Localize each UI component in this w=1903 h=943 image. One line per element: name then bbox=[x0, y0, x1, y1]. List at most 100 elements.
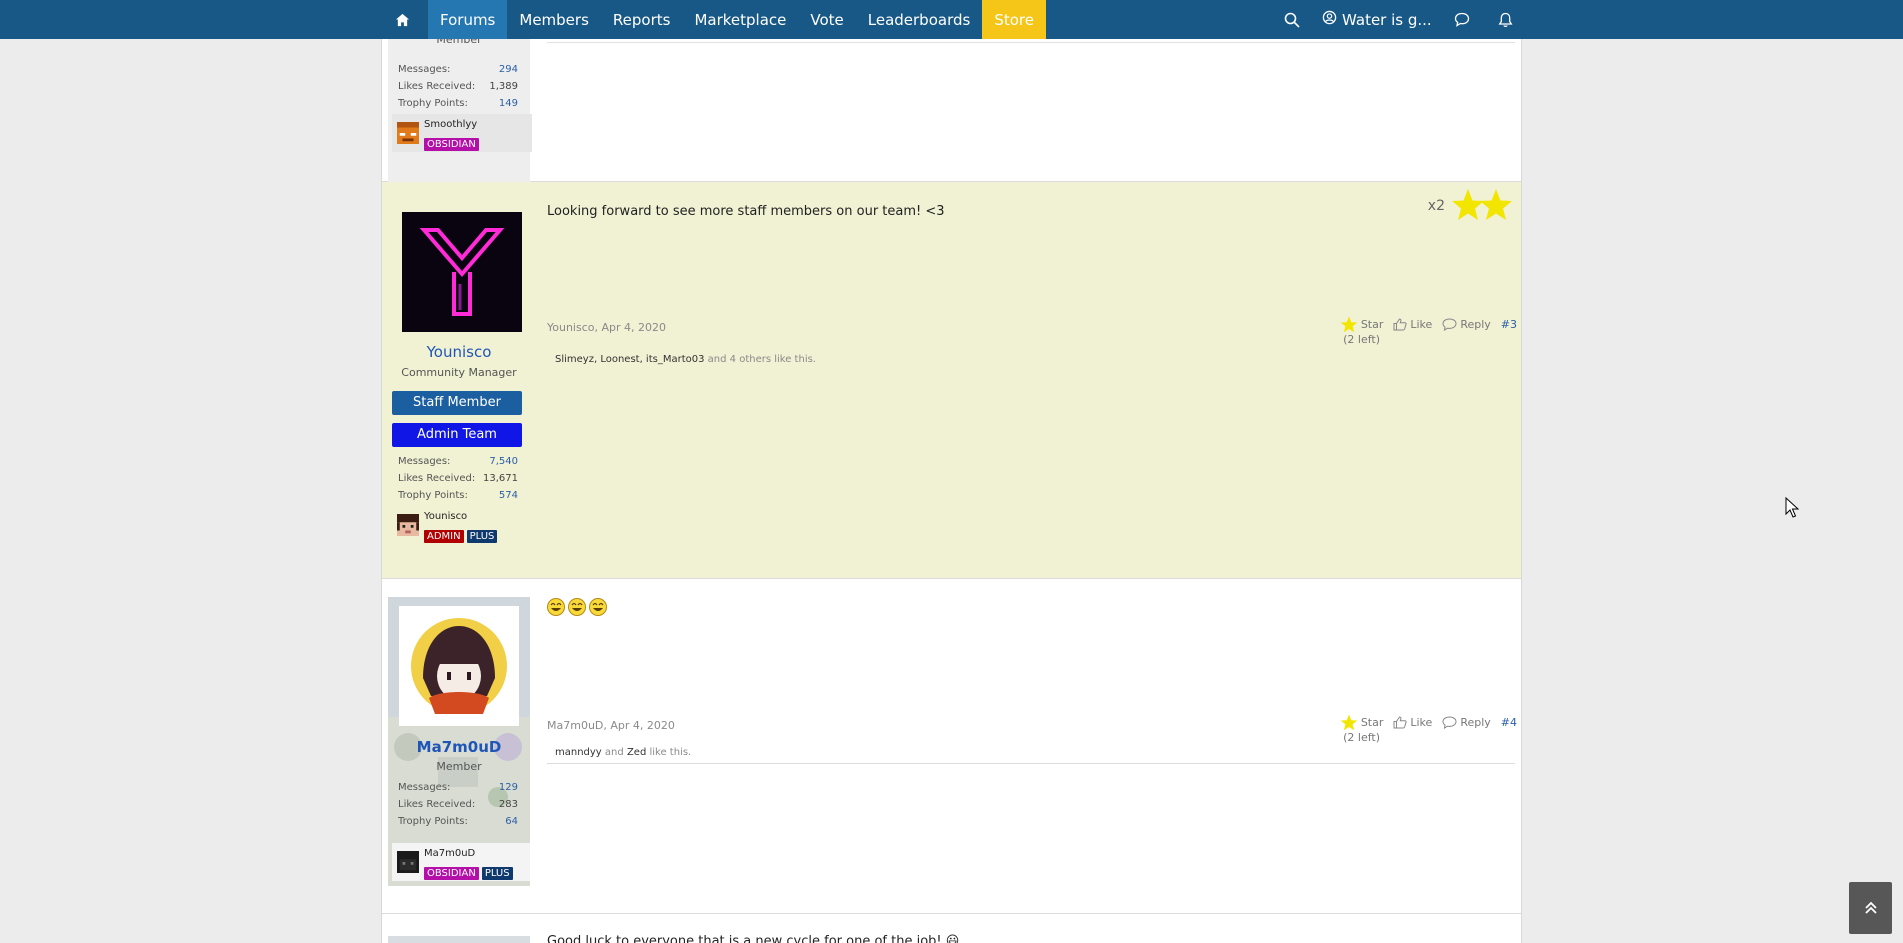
nav-right-tools: Water is g... bbox=[1270, 0, 1528, 39]
rank-tags: OBSIDIAN bbox=[424, 132, 482, 151]
star-button[interactable]: Star (2 left) bbox=[1340, 316, 1383, 346]
tab-reports[interactable]: Reports bbox=[601, 0, 683, 39]
post-author-link[interactable]: Younisco bbox=[547, 321, 595, 334]
post-3-meta: Younisco, Apr 4, 2020 bbox=[547, 321, 667, 334]
stat-trophies: Trophy Points: 64 bbox=[398, 815, 518, 829]
post-number-link[interactable]: #3 bbox=[1501, 318, 1517, 331]
stat-value[interactable]: 149 bbox=[499, 97, 518, 111]
rank-tag-admin: ADMIN bbox=[424, 530, 464, 543]
minecraft-head-icon bbox=[397, 514, 419, 536]
post-3: Younisco Community Manager Staff Member … bbox=[382, 182, 1521, 579]
star-icon bbox=[1452, 189, 1512, 220]
post-3-username[interactable]: Younisco bbox=[388, 343, 530, 361]
tab-forums[interactable]: Forums bbox=[428, 0, 508, 39]
minecraft-name: Ma7m0uD bbox=[424, 848, 476, 859]
rank-tags: OBSIDIAN PLUS bbox=[424, 861, 516, 880]
stat-value[interactable]: 7,540 bbox=[489, 455, 518, 469]
minecraft-head-icon bbox=[397, 851, 419, 873]
post-4: Ma7m0uD Member Messages: 129 Likes Receiv… bbox=[382, 579, 1521, 914]
user-menu-label: Water is g... bbox=[1342, 10, 1432, 29]
chat-bubble-icon[interactable] bbox=[1440, 0, 1484, 39]
post-3-user-panel: Younisco Community Manager Staff Member … bbox=[388, 182, 530, 579]
post-date-link[interactable]: Apr 4, 2020 bbox=[610, 719, 675, 732]
mouse-cursor-icon bbox=[1785, 497, 1799, 518]
post-5-message: Good luck to everyone that is a new cycl… bbox=[547, 934, 960, 943]
rank-tag-plus: PLUS bbox=[466, 530, 498, 543]
reply-icon bbox=[1442, 716, 1457, 729]
stars-left: (2 left) bbox=[1343, 333, 1381, 346]
star-rating: x2 bbox=[1428, 188, 1513, 224]
liker-name[interactable]: manndyy bbox=[555, 747, 602, 758]
reply-button[interactable]: Reply bbox=[1442, 318, 1491, 331]
minecraft-head-icon bbox=[397, 122, 419, 144]
avatar[interactable] bbox=[402, 212, 522, 332]
stat-value[interactable]: 64 bbox=[505, 815, 518, 829]
liker-names[interactable]: Slimeyz, Loonest, its_Marto03 bbox=[555, 354, 704, 365]
double-chevron-up-icon bbox=[1864, 901, 1877, 914]
stat-messages: Messages: 129 bbox=[398, 781, 518, 795]
post-5-user-panel bbox=[388, 936, 530, 943]
banner-admin-team: Admin Team bbox=[392, 423, 522, 447]
stat-likes: Likes Received: 1,389 bbox=[398, 81, 518, 92]
stat-likes: Likes Received: 283 bbox=[398, 799, 518, 810]
post-4-message bbox=[547, 597, 609, 622]
post-3-actions: Star (2 left) Like Reply #3 bbox=[1340, 316, 1517, 346]
post-3-message: Looking forward to see more staff member… bbox=[547, 204, 945, 219]
like-button[interactable]: Like bbox=[1393, 318, 1432, 331]
stat-value: 283 bbox=[498, 799, 518, 810]
reply-icon bbox=[1442, 318, 1457, 331]
stat-value[interactable]: 294 bbox=[499, 63, 518, 77]
search-icon[interactable] bbox=[1270, 0, 1314, 39]
post-3-usertitle: Community Manager bbox=[401, 366, 517, 379]
top-navbar: Forums Members Reports Marketplace Vote … bbox=[0, 0, 1903, 39]
thread-post-list: Member Messages: 294 Likes Received: 1,389… bbox=[381, 0, 1522, 943]
minecraft-name: Smoothlyy bbox=[424, 119, 478, 130]
star-icon bbox=[1340, 714, 1358, 731]
post-5: Good luck to everyone that is a new cycl… bbox=[382, 914, 1521, 943]
smile-emoji-icons bbox=[547, 598, 607, 616]
tab-members[interactable]: Members bbox=[507, 0, 601, 39]
stat-value: 1,389 bbox=[489, 81, 518, 92]
stat-trophies: Trophy Points: 574 bbox=[398, 489, 518, 503]
minecraft-profile: Younisco ADMIN PLUS bbox=[392, 506, 532, 544]
post-number-link[interactable]: #4 bbox=[1501, 716, 1517, 729]
minecraft-profile: Smoothlyy OBSIDIAN bbox=[392, 114, 532, 152]
divider bbox=[547, 42, 1515, 43]
post-4-usertitle: Member bbox=[436, 760, 482, 773]
rank-tag-obsidian: OBSIDIAN bbox=[424, 867, 479, 880]
rank-tag-obsidian: OBSIDIAN bbox=[424, 138, 479, 151]
minecraft-name: Younisco bbox=[424, 511, 468, 522]
stat-value[interactable]: 574 bbox=[499, 489, 518, 503]
stat-messages: Messages: 294 bbox=[398, 63, 518, 77]
star-button[interactable]: Star (2 left) bbox=[1340, 714, 1383, 744]
tab-leaderboards[interactable]: Leaderboards bbox=[856, 0, 983, 39]
stat-value: 13,671 bbox=[483, 473, 518, 484]
tab-vote[interactable]: Vote bbox=[798, 0, 855, 39]
post-4-likes-summary: manndyy and Zed like this. bbox=[547, 742, 1515, 764]
post-4-meta: Ma7m0uD, Apr 4, 2020 bbox=[547, 719, 675, 732]
likes-rest: like this. bbox=[649, 747, 692, 758]
rank-tag-plus: PLUS bbox=[481, 867, 513, 880]
reply-button[interactable]: Reply bbox=[1442, 716, 1491, 729]
user-menu[interactable]: Water is g... bbox=[1314, 0, 1440, 39]
tab-marketplace[interactable]: Marketplace bbox=[682, 0, 798, 39]
scroll-to-top-button[interactable] bbox=[1849, 882, 1892, 934]
thumbs-up-icon bbox=[1393, 318, 1407, 331]
post-4-username[interactable]: Ma7m0uD bbox=[388, 738, 530, 756]
tab-store[interactable]: Store bbox=[982, 0, 1046, 39]
bell-icon[interactable] bbox=[1484, 0, 1528, 39]
stat-value[interactable]: 129 bbox=[499, 781, 518, 795]
post-4-actions: Star (2 left) Like Reply #4 bbox=[1340, 714, 1517, 744]
like-button[interactable]: Like bbox=[1393, 716, 1432, 729]
post-author-link[interactable]: Ma7m0uD bbox=[547, 719, 603, 732]
user-shield-icon bbox=[1322, 10, 1337, 29]
post-3-likes-summary: Slimeyz, Loonest, its_Marto03 and 4 othe… bbox=[547, 349, 1515, 371]
post-4-user-panel: Ma7m0uD Member Messages: 129 Likes Receiv… bbox=[388, 597, 530, 886]
rank-tags: ADMIN PLUS bbox=[424, 524, 500, 543]
star-icon bbox=[1340, 316, 1358, 333]
avatar[interactable] bbox=[399, 606, 519, 726]
likes-rest[interactable]: and 4 others like this. bbox=[708, 354, 816, 365]
post-date-link[interactable]: Apr 4, 2020 bbox=[602, 321, 667, 334]
home-icon[interactable] bbox=[384, 0, 420, 39]
liker-name[interactable]: Zed bbox=[627, 747, 646, 758]
